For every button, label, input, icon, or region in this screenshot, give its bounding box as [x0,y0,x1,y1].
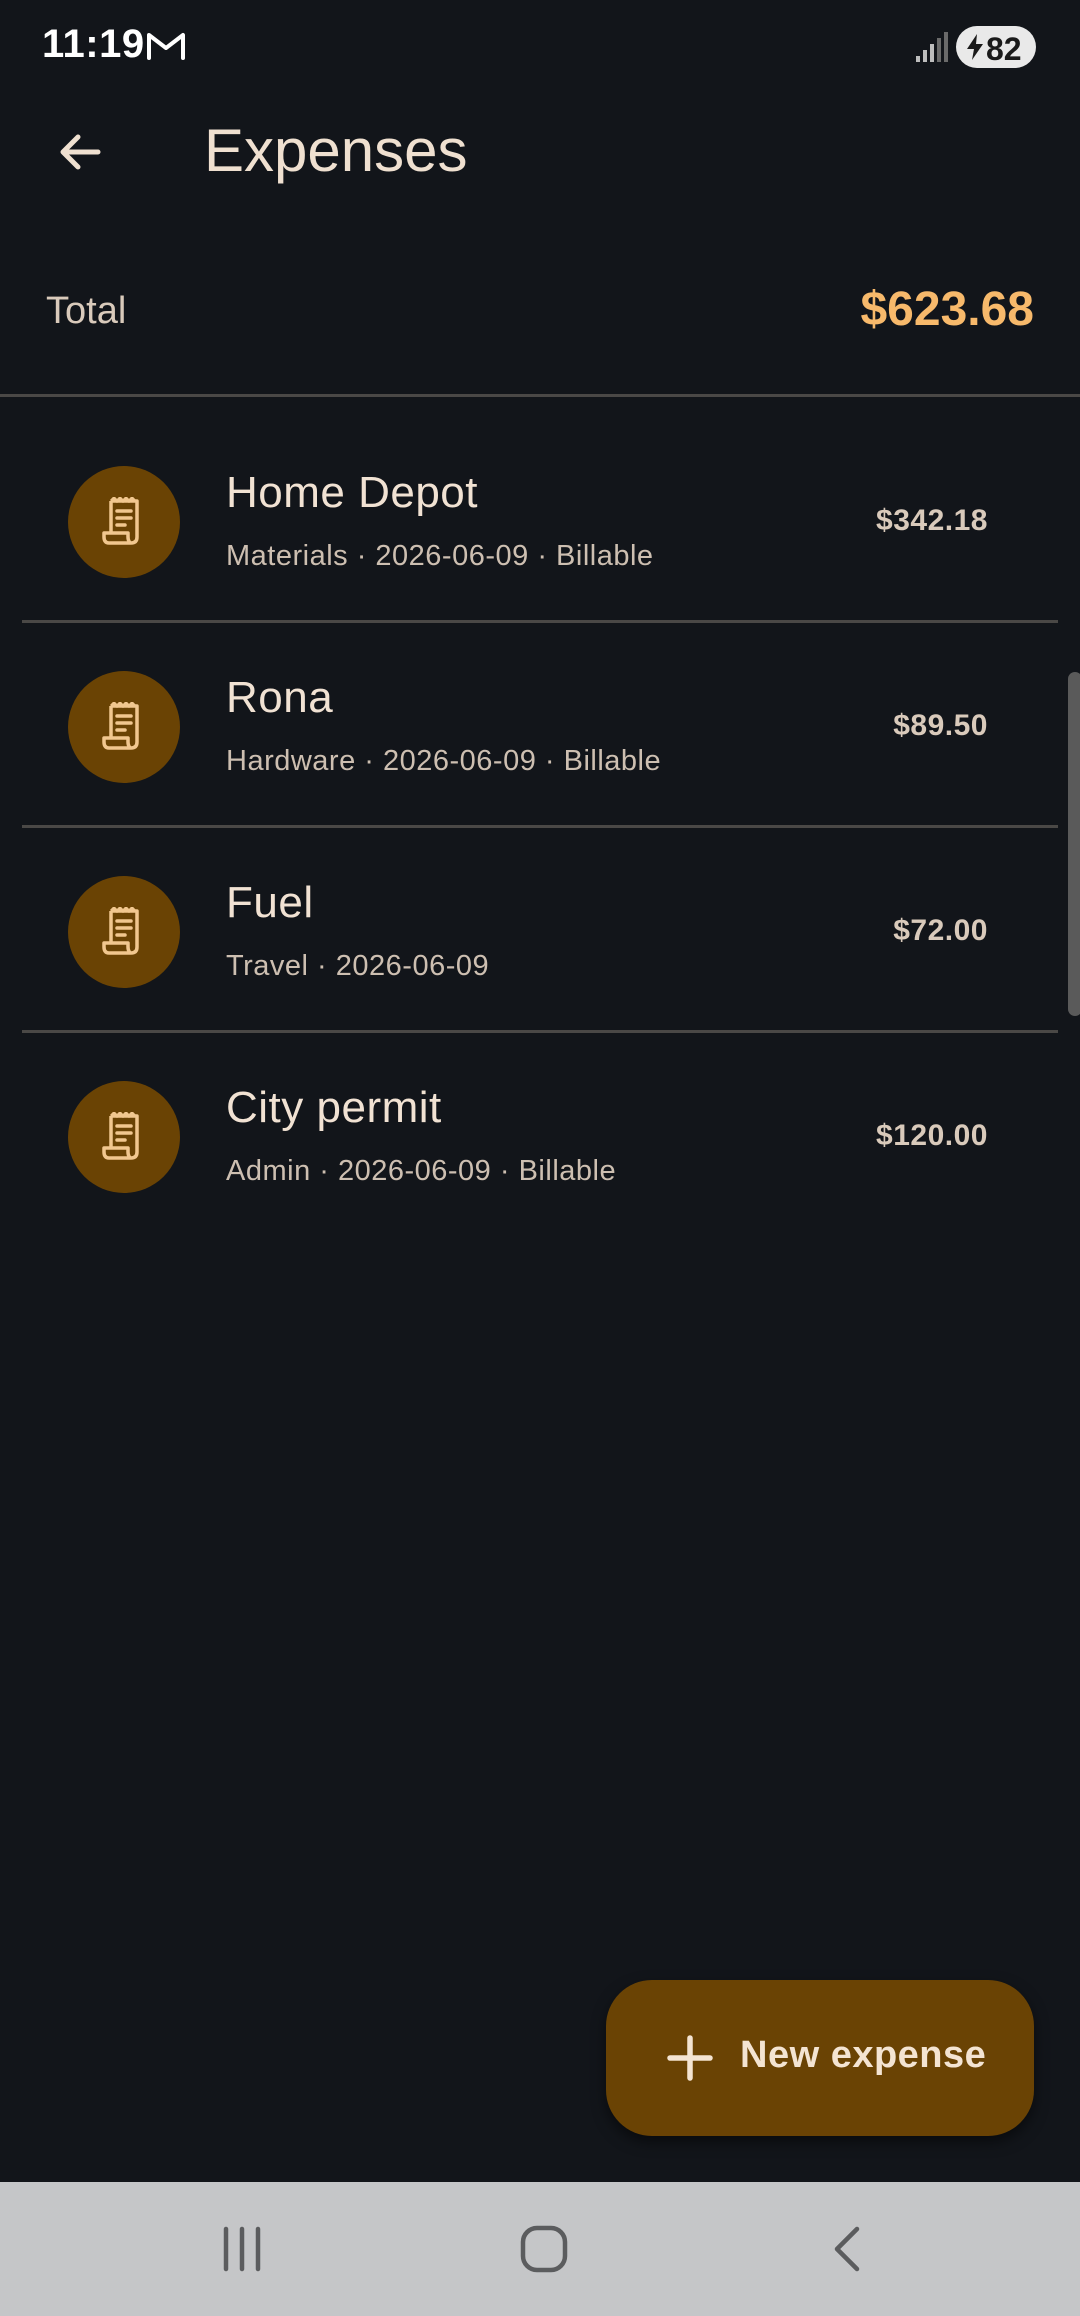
expense-title: Home Depot [226,468,479,517]
expenses-screen: 11:19 82 Expenses Total $623.68 Home Dep… [0,0,1080,2316]
expense-item-home-depot[interactable]: Home Depot Materials · 2026-06-09 · Bill… [0,418,1080,623]
recent-apps-icon [223,2226,261,2272]
expense-avatar [68,1081,180,1193]
expense-avatar [68,876,180,988]
expense-details: Travel · 2026-06-09 [226,950,490,982]
new-expense-label: New expense [740,2034,987,2076]
expense-details: Materials · 2026-06-09 · Billable [226,540,654,572]
total-value: $623.68 [860,283,1034,336]
receipt-icon [102,702,139,750]
total-label: Total [46,290,127,332]
expense-amount: $89.50 [893,709,988,742]
expense-item-city-permit[interactable]: City permit Admin · 2026-06-09 · Billabl… [0,1033,1080,1238]
plus-icon [667,2035,713,2081]
expense-amount: $72.00 [893,914,988,947]
battery-level: 82 [986,31,1022,67]
new-expense-button[interactable]: New expense [606,1980,1034,2136]
scrollbar-thumb[interactable] [1068,672,1080,1016]
expense-item-fuel[interactable]: Fuel Travel · 2026-06-09 $72.00 [0,828,1080,1033]
battery-indicator: 82 [956,26,1036,68]
app-bar: Expenses [0,96,1080,208]
back-button[interactable] [40,112,120,192]
expense-avatar [68,671,180,783]
recent-apps-button[interactable] [192,2204,292,2294]
expense-amount: $120.00 [876,1119,988,1152]
expense-title: Fuel [226,878,314,927]
page-title: Expenses [204,117,468,184]
home-button[interactable] [494,2204,594,2294]
expense-amount: $342.18 [876,504,988,537]
receipt-icon [102,907,139,955]
status-time: 11:19 [42,22,145,66]
expense-details: Admin · 2026-06-09 · Billable [226,1155,617,1187]
total-summary: Total $623.68 [0,258,1080,396]
receipt-icon [102,497,139,545]
status-bar: 11:19 82 [0,0,1080,96]
expense-list: Home Depot Materials · 2026-06-09 · Bill… [0,418,1080,1238]
home-icon [520,2225,568,2273]
nav-back-button[interactable] [798,2204,898,2294]
signal-icon [916,32,948,62]
divider [0,394,1080,397]
system-nav-bar [0,2182,1080,2316]
expense-title: City permit [226,1083,442,1132]
expense-item-rona[interactable]: Rona Hardware · 2026-06-09 · Billable $8… [0,623,1080,828]
gmail-icon [147,33,185,60]
battery-charging-icon [967,34,983,60]
arrow-left-icon [60,134,101,170]
back-nav-icon [834,2226,860,2272]
expense-details: Hardware · 2026-06-09 · Billable [226,745,662,777]
expense-avatar [68,466,180,578]
expense-title: Rona [226,673,334,722]
receipt-icon [102,1112,139,1160]
